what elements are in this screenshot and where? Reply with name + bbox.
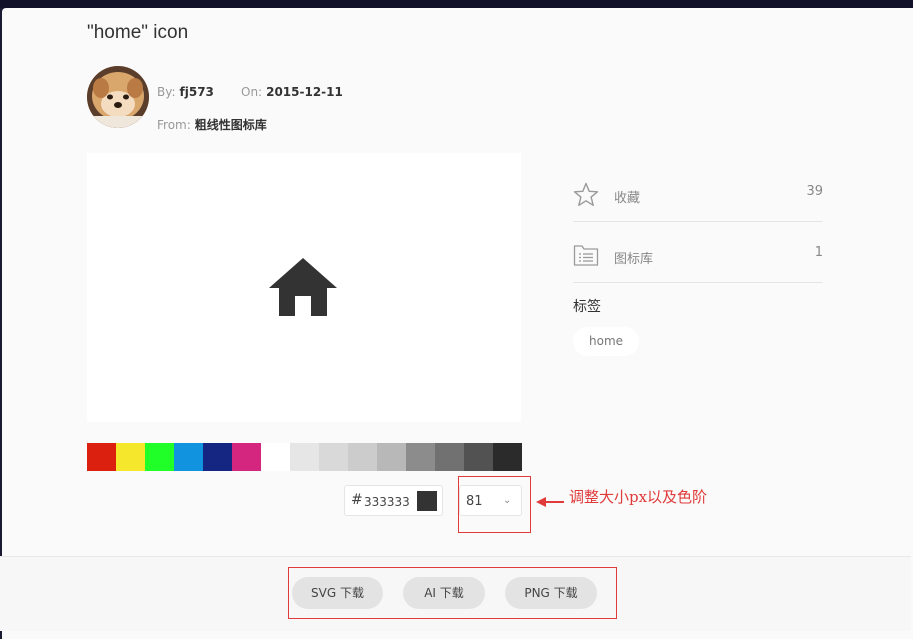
library-row[interactable]: 图标库 1 (573, 223, 823, 283)
color-swatch[interactable] (435, 443, 464, 471)
hex-value[interactable]: 333333 (364, 495, 410, 509)
color-swatch[interactable] (406, 443, 435, 471)
current-color-swatch[interactable] (417, 491, 437, 511)
star-icon (573, 182, 599, 206)
download-highlight-frame (288, 567, 617, 619)
color-swatch[interactable] (203, 443, 232, 471)
color-swatch[interactable] (290, 443, 319, 471)
icon-preview (87, 153, 521, 422)
favorites-label: 收藏 (614, 191, 641, 206)
tag-home[interactable]: home (573, 327, 640, 356)
avatar[interactable] (87, 66, 149, 128)
tags-heading: 标签 (573, 299, 601, 315)
color-swatch-bar (87, 443, 522, 471)
color-swatch[interactable] (145, 443, 174, 471)
color-swatch[interactable] (174, 443, 203, 471)
color-swatch[interactable] (377, 443, 406, 471)
folder-list-icon (573, 245, 599, 266)
size-highlight-frame (458, 476, 531, 533)
source-line: From: 粗线性图标库 (157, 116, 267, 133)
favorites-row[interactable]: 收藏 39 (573, 162, 823, 222)
color-swatch[interactable] (493, 443, 522, 471)
annotation-arrow-icon (536, 497, 564, 507)
date-line: On: 2015-12-11 (241, 85, 343, 99)
author-line: By: fj573 (157, 85, 214, 99)
author-name[interactable]: fj573 (180, 85, 214, 99)
library-count: 1 (814, 245, 823, 260)
page-backdrop (0, 0, 913, 8)
color-swatch[interactable] (232, 443, 261, 471)
color-swatch[interactable] (348, 443, 377, 471)
color-swatch[interactable] (116, 443, 145, 471)
upload-date: 2015-12-11 (266, 85, 343, 99)
on-label: On: (241, 85, 263, 99)
by-label: By: (157, 85, 176, 99)
avatar-image (87, 66, 149, 128)
annotation-note: 调整大小px以及色阶 (569, 488, 708, 506)
color-swatch[interactable] (261, 443, 290, 471)
hash-symbol: # (351, 492, 363, 508)
page-title: "home" icon (87, 22, 189, 43)
favorites-count: 39 (806, 184, 823, 199)
library-label: 图标库 (614, 252, 654, 267)
hex-color-input[interactable]: # 333333 (344, 485, 443, 516)
home-icon (269, 258, 337, 316)
source-library[interactable]: 粗线性图标库 (195, 118, 267, 132)
from-label: From: (157, 118, 191, 132)
color-swatch[interactable] (319, 443, 348, 471)
color-swatch[interactable] (464, 443, 493, 471)
color-swatch[interactable] (87, 443, 116, 471)
